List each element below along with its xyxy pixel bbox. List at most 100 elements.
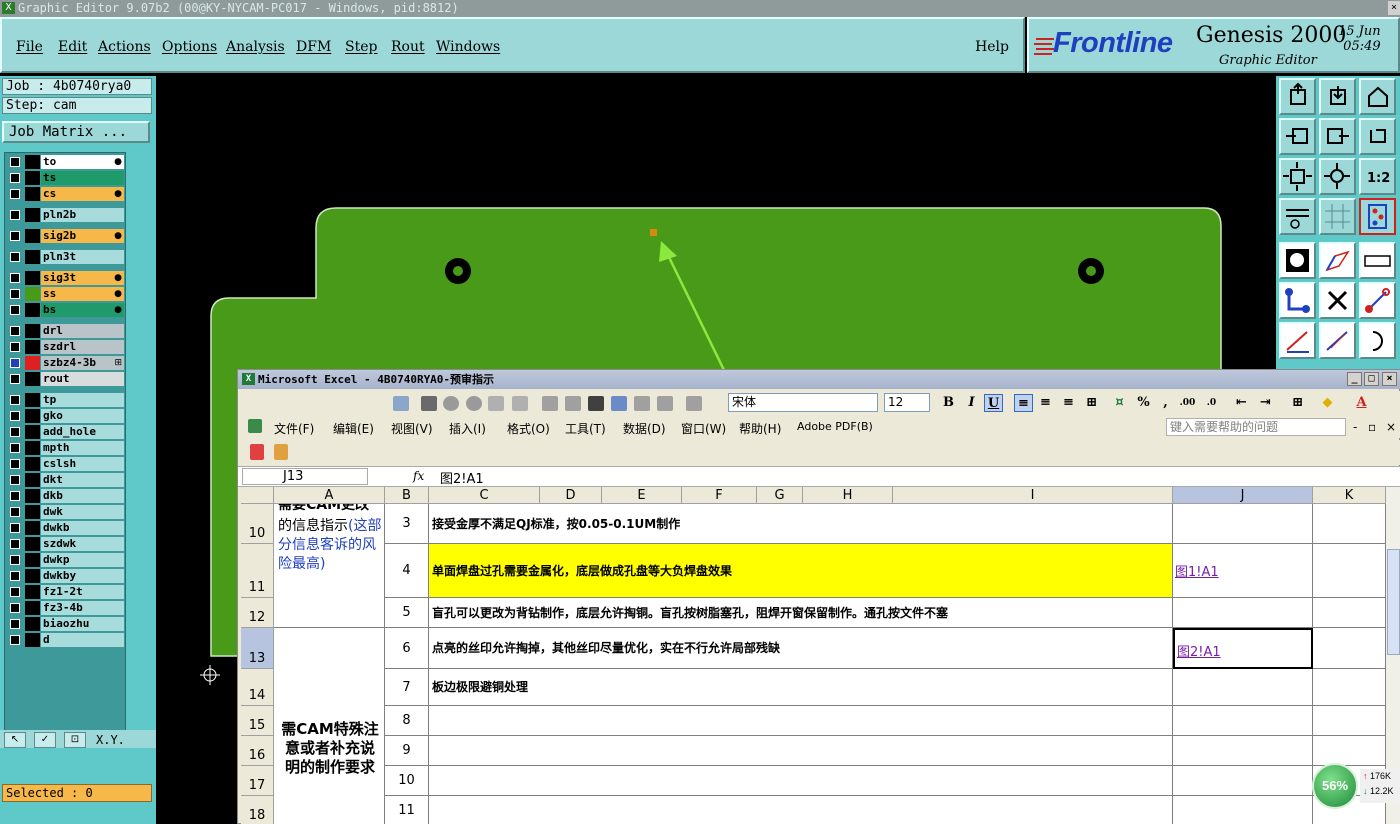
shape-icon[interactable] xyxy=(466,396,482,411)
layer-name[interactable]: add_hole xyxy=(41,425,124,439)
align-left-icon[interactable]: ≡ xyxy=(1014,394,1033,412)
layer-swatch[interactable] xyxy=(25,537,40,551)
layer-name[interactable]: sig3t xyxy=(41,271,124,285)
layer-swatch[interactable] xyxy=(25,617,40,631)
layer-row[interactable]: dwkby xyxy=(7,569,125,583)
layer-swatch[interactable] xyxy=(25,271,40,285)
cell-link[interactable] xyxy=(1173,736,1313,766)
cell-index[interactable]: 5 xyxy=(385,598,429,628)
layer-name[interactable]: cs xyxy=(41,187,124,201)
layer-swatch[interactable] xyxy=(25,409,40,423)
cell-link[interactable] xyxy=(1173,669,1313,706)
help-search-input[interactable]: 键入需要帮助的问题 xyxy=(1166,418,1346,436)
layer-checkbox[interactable] xyxy=(10,523,20,533)
layer-swatch[interactable] xyxy=(25,324,40,338)
cell-index[interactable]: 4 xyxy=(385,544,429,598)
layer-row[interactable]: fz1-2t xyxy=(7,585,125,599)
layer-swatch[interactable] xyxy=(25,372,40,386)
cell-index[interactable]: 11 xyxy=(385,796,429,824)
tool-arc-icon[interactable] xyxy=(1359,322,1396,359)
tool-grid-icon[interactable] xyxy=(1319,198,1356,235)
column-header[interactable]: J xyxy=(1173,487,1313,504)
cell-instruction[interactable] xyxy=(429,766,1173,796)
xl-menu-help[interactable]: 帮助(H) xyxy=(739,420,781,437)
layer-swatch[interactable] xyxy=(25,553,40,567)
menu-help[interactable]: Help xyxy=(975,39,1009,55)
doc-close-icon[interactable]: × xyxy=(1386,420,1396,434)
column-header[interactable]: G xyxy=(757,487,803,504)
column-header[interactable]: F xyxy=(682,487,757,504)
tool-cross-icon[interactable] xyxy=(1319,282,1356,319)
tool-pad-icon[interactable] xyxy=(1279,242,1316,279)
erase-icon[interactable] xyxy=(686,396,702,411)
cell-instruction[interactable]: 板边极限避铜处理 xyxy=(429,669,1173,706)
select-all-corner[interactable] xyxy=(241,487,274,504)
row-header[interactable]: 12 xyxy=(241,598,274,628)
layer-row[interactable]: dwkp xyxy=(7,553,125,567)
cell-link[interactable]: 图1!A1 xyxy=(1173,544,1313,598)
underline-button[interactable]: U xyxy=(984,394,1003,412)
column-header[interactable]: C xyxy=(429,487,540,504)
cell-index[interactable]: 9 xyxy=(385,736,429,766)
table-icon[interactable] xyxy=(421,396,437,411)
layer-row[interactable]: dwk xyxy=(7,505,125,519)
column-header[interactable]: E xyxy=(602,487,682,504)
layer-name[interactable]: mpth xyxy=(41,441,124,455)
layer-row[interactable]: mpth xyxy=(7,441,125,455)
layer-checkbox[interactable] xyxy=(10,475,20,485)
layer-checkbox[interactable] xyxy=(10,411,20,421)
lines-icon[interactable] xyxy=(588,396,604,411)
xl-menu-adobe-pdf[interactable]: Adobe PDF(B) xyxy=(797,420,873,433)
layer-checkbox[interactable] xyxy=(10,635,20,645)
cell-link[interactable]: 图2!A1 xyxy=(1173,628,1313,669)
layer-swatch[interactable] xyxy=(25,601,40,615)
cell-instruction[interactable]: 盲孔可以更改为背钻制作，底层允许掏铜。盲孔按树脂塞孔，阻焊开窗保留制作。通孔按文… xyxy=(429,598,1173,628)
image-icon[interactable] xyxy=(393,396,409,411)
layer-checkbox[interactable] xyxy=(10,619,20,629)
tool-icon[interactable] xyxy=(565,396,581,411)
cell-instruction[interactable]: 接受金厚不满足QJ标准，按0.05-0.1UM制作 xyxy=(429,504,1173,544)
align-right-icon[interactable]: ≡ xyxy=(1059,394,1078,412)
layer-checkbox[interactable] xyxy=(10,587,20,597)
layer-row[interactable]: to ● xyxy=(7,155,125,169)
decrease-decimal-icon[interactable]: .0 xyxy=(1202,394,1221,412)
compress-icon[interactable] xyxy=(611,396,627,411)
formula-input[interactable]: 图2!A1 xyxy=(440,468,484,487)
maximize-button[interactable]: □ xyxy=(1364,372,1379,386)
tool-right-icon[interactable] xyxy=(1319,118,1356,155)
layer-row[interactable]: szdrl xyxy=(7,340,125,354)
cell-instruction[interactable]: 单面焊盘过孔需要金属化，底层做成孔盘等大负焊盘效果 xyxy=(429,544,1173,598)
tool-fit-icon[interactable] xyxy=(1279,158,1316,195)
tool-route-icon[interactable] xyxy=(1279,282,1316,319)
layer-checkbox[interactable] xyxy=(10,342,20,352)
crop-icon[interactable] xyxy=(542,396,558,411)
layer-swatch[interactable] xyxy=(25,187,40,201)
layer-swatch[interactable] xyxy=(25,393,40,407)
layer-checkbox[interactable] xyxy=(10,326,20,336)
layer-checkbox[interactable] xyxy=(10,395,20,405)
layer-name[interactable]: szdrl xyxy=(41,340,124,354)
cell-instruction[interactable] xyxy=(429,796,1173,824)
tool-settings-icon[interactable] xyxy=(1279,198,1316,235)
font-color-icon[interactable]: A xyxy=(1352,394,1371,412)
cell-instruction[interactable]: 点亮的丝印允许掏掉，其他丝印尽量优化，实在不行允许局部残缺 xyxy=(429,628,1173,669)
layer-checkbox[interactable] xyxy=(10,374,20,384)
excel-doc-icon[interactable] xyxy=(248,419,262,433)
row-header[interactable]: 10 xyxy=(241,504,274,544)
column-header[interactable]: H xyxy=(803,487,893,504)
layer-name[interactable]: dkt xyxy=(41,473,124,487)
menu-file[interactable]: File xyxy=(16,39,43,55)
layer-name[interactable]: dwk xyxy=(41,505,124,519)
tool-scale-icon[interactable]: 1:2 xyxy=(1359,158,1396,195)
layer-swatch[interactable] xyxy=(25,303,40,317)
tool-shape-icon[interactable] xyxy=(1319,242,1356,279)
layer-checkbox[interactable] xyxy=(10,491,20,501)
layer-checkbox[interactable] xyxy=(10,555,20,565)
menu-step[interactable]: Step xyxy=(345,39,377,55)
percent-icon[interactable]: % xyxy=(1134,394,1153,412)
cell-link[interactable] xyxy=(1173,504,1313,544)
menu-dfm[interactable]: DFM xyxy=(296,39,331,55)
cell-link[interactable] xyxy=(1173,706,1313,736)
cell-empty[interactable] xyxy=(1313,598,1386,628)
outdent-icon[interactable]: ⇤ xyxy=(1232,394,1251,412)
